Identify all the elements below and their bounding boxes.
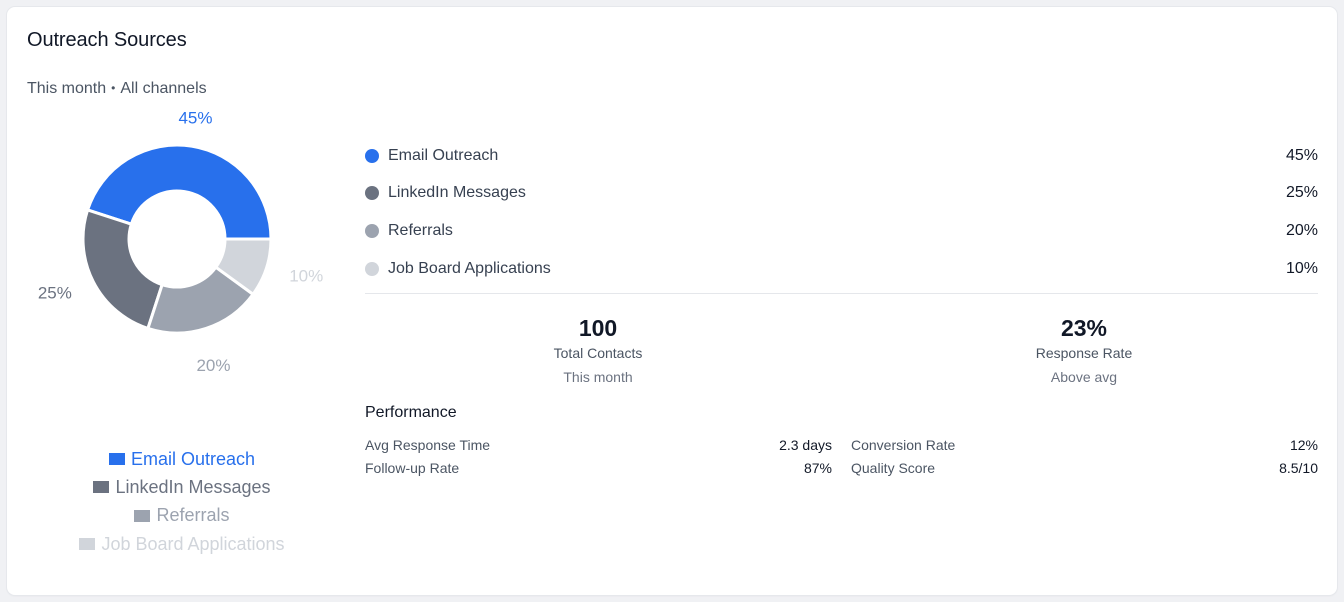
outreach-sources-card: Outreach Sources This month • All channels… [7,7,1337,595]
data-label-email: 45% [178,108,212,127]
metric-label: Follow-up Rate [365,460,460,476]
breakdown-row-linkedin: LinkedIn Messages 25% [365,175,1318,213]
data-label-job-board: 10% [289,266,323,285]
metric-value: 2.3 days [779,437,832,453]
donut-slice-linkedin[interactable] [81,208,164,330]
breakdown-dot-linkedin [365,186,379,201]
metric-conversion-rate: Conversion Rate 12% [851,436,1318,454]
legend-swatch-job-board [79,538,96,551]
data-label-linkedin: 25% [38,284,72,303]
stat-response-rate: 23% Response Rate Above avg [934,315,1234,385]
breakdown-label: LinkedIn Messages [388,184,526,202]
source-breakdown-list: Email Outreach 45% LinkedIn Messages 25%… [365,137,1318,287]
metric-value: 12% [1289,437,1318,453]
breakdown-row-referrals: Referrals 20% [365,212,1318,250]
metric-label: Conversion Rate [851,437,956,453]
legend-item-job-board[interactable]: Job Board Applications [7,530,357,558]
breakdown-row-email: Email Outreach 45% [365,137,1318,175]
legend-item-linkedin[interactable]: LinkedIn Messages [7,473,357,501]
breakdown-dot-email [365,148,379,163]
breakdown-dot-referrals [365,223,379,238]
breakdown-value: 25% [1285,184,1318,202]
legend-swatch-email [108,453,125,466]
breakdown-label: Email Outreach [388,146,499,164]
stat-value: 100 [578,315,618,341]
breakdown-value: 45% [1285,146,1318,164]
metric-label: Avg Response Time [365,437,491,453]
legend-label-linkedin: LinkedIn Messages [115,476,271,497]
metric-avg-response-time: Avg Response Time 2.3 days [365,436,832,454]
metric-label: Quality Score [851,460,936,476]
performance-title: Performance [365,404,457,421]
breakdown-row-job-board: Job Board Applications 10% [365,250,1318,288]
metric-value: 87% [803,460,832,476]
metric-quality-score: Quality Score 8.5/10 [851,459,1318,477]
breakdown-label: Referrals [388,221,453,239]
legend-item-email[interactable]: Email Outreach [7,445,357,473]
chart-legend: Email Outreach LinkedIn Messages Referra… [7,445,357,558]
breakdown-value: 20% [1285,221,1318,239]
legend-label-job-board: Job Board Applications [101,533,285,554]
legend-label-email: Email Outreach [130,448,256,469]
data-label-referrals: 20% [196,356,230,375]
section-divider [365,293,1318,294]
breakdown-label: Job Board Applications [388,259,551,277]
legend-swatch-linkedin [93,481,110,494]
breakdown-dot-job-board [365,261,379,276]
metric-follow-up-rate: Follow-up Rate 87% [365,459,832,477]
stat-label: Response Rate [1035,345,1133,361]
donut-chart: 45% 25% 20% 10% [38,108,323,375]
breakdown-value: 10% [1285,259,1318,277]
metric-value: 8.5/10 [1279,460,1318,476]
stat-total-contacts: 100 Total Contacts This month [448,315,748,385]
stat-value: 23% [1060,315,1108,341]
legend-item-referrals[interactable]: Referrals [7,502,357,530]
legend-swatch-referrals [134,509,151,522]
stat-sublabel: Above avg [1050,369,1118,385]
stat-sublabel: This month [563,369,633,385]
legend-label-referrals: Referrals [156,505,230,526]
stat-label: Total Contacts [553,345,643,361]
